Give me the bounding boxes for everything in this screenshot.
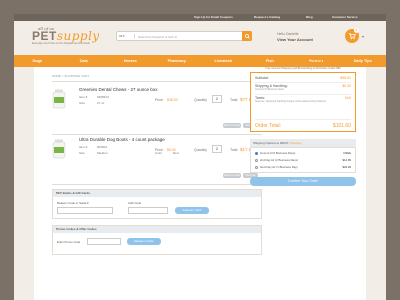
product-image[interactable] (52, 139, 66, 159)
item-number: Item # #465613 (79, 95, 109, 99)
confirm-order-button[interactable]: Confirm Your Order (250, 177, 356, 186)
greeting: Hello Danielle (277, 32, 299, 36)
shipping-options-header: Shipping Options to #0647 (Change) (250, 139, 356, 147)
redeem-code-button[interactable]: Redeem Code (127, 238, 161, 245)
order-details-title: ORDER DETAILS (275, 59, 331, 66)
item-size: Size 27 oz (79, 101, 105, 105)
search-category-select[interactable]: All ▾ (119, 34, 135, 39)
top-utility-bar: Sign Up for Email Coupons Request a Cata… (14, 14, 386, 21)
search-input[interactable]: Search by Keyword or Item # (138, 35, 177, 39)
page-frame: Sign Up for Email Coupons Request a Cata… (14, 14, 386, 300)
quantity-label: Quantity (194, 148, 208, 152)
divider (255, 82, 351, 83)
shipping-option-next-day[interactable]: Next Day Air (1 Business Day) $29.99 (255, 165, 351, 169)
nav-item-horses[interactable]: Horses (107, 55, 154, 67)
nav-item-dogs[interactable]: Dogs (14, 55, 61, 67)
taxes-note: Sales tax, shipping & handling charges w… (255, 101, 326, 103)
subtotal-row: Subtotal: $95.81 (255, 76, 351, 80)
shipping-option-2nd-day[interactable]: 2nd Day Air (2 Business Days) $14.99 (255, 158, 351, 162)
item-title[interactable]: Ultra Durable Dog Boots - 4 count packag… (79, 137, 165, 142)
quantity-input[interactable]: 2 (212, 145, 222, 153)
nav-item-cats[interactable]: Cats (61, 55, 108, 67)
panel-title: PET Bucks & Gift Cards (53, 190, 261, 197)
order-summary-box: Subtotal: $95.81 Shipping & Handling: $0.0… (250, 72, 356, 132)
logo[interactable]: all of us PETsupply Everyday Low Prices … (32, 26, 100, 45)
redeem-card-button[interactable]: Redeem Card (175, 207, 209, 214)
item-number: Item # #02504 (79, 145, 108, 149)
blog-link[interactable]: Blog (306, 15, 313, 19)
cart-item: Greenies Dental Chews - 27 ounce box Ite… (52, 87, 262, 137)
logo-small-text: all of us (38, 26, 55, 31)
divider (52, 184, 262, 185)
order-details-subtitle: Free Ground Shipping and $5 Handling to … (265, 67, 341, 70)
promo-codes-panel: Promo Codes & Offer Codes Enter Promo Co… (52, 225, 262, 255)
item-title[interactable]: Greenies Dental Chews - 27 ounce box (79, 87, 158, 92)
breadcrumb[interactable]: HOME > SHOPPING CART (52, 74, 89, 78)
total-label: Total (230, 148, 238, 152)
panel-title: Promo Codes & Offer Codes (53, 226, 261, 233)
view-account-link[interactable]: View Your Account (277, 37, 313, 42)
email-coupons-link[interactable]: Sign Up for Email Coupons (194, 15, 233, 19)
quantity-input[interactable]: 2 (212, 95, 222, 103)
redeem-code-input[interactable] (57, 207, 113, 214)
save-for-later-button[interactable]: Save for Later (223, 123, 241, 128)
chevron-down-icon[interactable]: ▾ (362, 34, 364, 39)
item-price: $8.90 (167, 148, 176, 152)
promo-code-input[interactable] (87, 238, 121, 245)
shipping-option-ground[interactable]: Ground (3-5 Business Days) FREE (255, 151, 351, 155)
product-image[interactable] (52, 89, 66, 109)
logo-tagline: Everyday Low Prices on Pet Supplies and … (32, 42, 90, 45)
auth-code-label: Auth Code (128, 201, 142, 205)
nav-item-daily-tips[interactable]: Daily Tips (340, 55, 387, 67)
quantity-label: Quantity (194, 98, 208, 102)
request-catalog-link[interactable]: Request a Catalog (254, 15, 280, 19)
item-price: $38.90 (167, 98, 178, 102)
site-header: all of us PETsupply Everyday Low Prices … (14, 21, 386, 55)
price-label: Price (155, 148, 163, 152)
customer-service-link[interactable]: Customer Service (332, 15, 358, 19)
pet-bucks-panel: PET Bucks & Gift Cards Redeem Code or Se… (52, 189, 262, 219)
change-link[interactable]: (Change) (289, 141, 302, 145)
radio-selected-icon[interactable] (255, 151, 258, 155)
taxes-row: Taxes: N/A (255, 96, 351, 100)
order-total-row: Order Total: $101.60 (255, 123, 351, 129)
search-icon (244, 33, 250, 39)
auth-code-input[interactable] (128, 207, 168, 214)
shipping-note: Ground (3-5 Business Days) (255, 89, 284, 91)
shipping-row: Shipping & Handling: $0.00 (255, 84, 351, 88)
total-label: Total (230, 98, 238, 102)
cart-count-badge: 2 (354, 28, 359, 33)
save-for-later-button[interactable]: Save for Later (223, 173, 241, 178)
radio-icon[interactable] (255, 158, 258, 162)
search-bar: All ▾ Search by Keyword or Item # (116, 31, 252, 41)
cart-item: Ultra Durable Dog Boots - 4 count packag… (52, 137, 262, 187)
item-size: Size Medium (79, 151, 108, 155)
divider (52, 81, 262, 82)
nav-item-livestock[interactable]: Livestock (200, 55, 247, 67)
redeem-code-label: Redeem Code or Serial # (57, 201, 89, 205)
divider (255, 119, 351, 120)
cart-icon (348, 33, 356, 40)
logo-wordmark: PETsupply (32, 29, 100, 43)
enter-promo-label: Enter Promo Code (57, 240, 81, 244)
price-label: Price (155, 98, 163, 102)
nav-item-pharmacy[interactable]: Pharmacy (154, 55, 201, 67)
search-button[interactable] (242, 31, 252, 41)
divider (255, 94, 351, 95)
radio-icon[interactable] (255, 165, 258, 169)
divider (52, 134, 262, 135)
shipping-options: Ground (3-5 Business Days) FREE 2nd Day A… (250, 147, 356, 173)
